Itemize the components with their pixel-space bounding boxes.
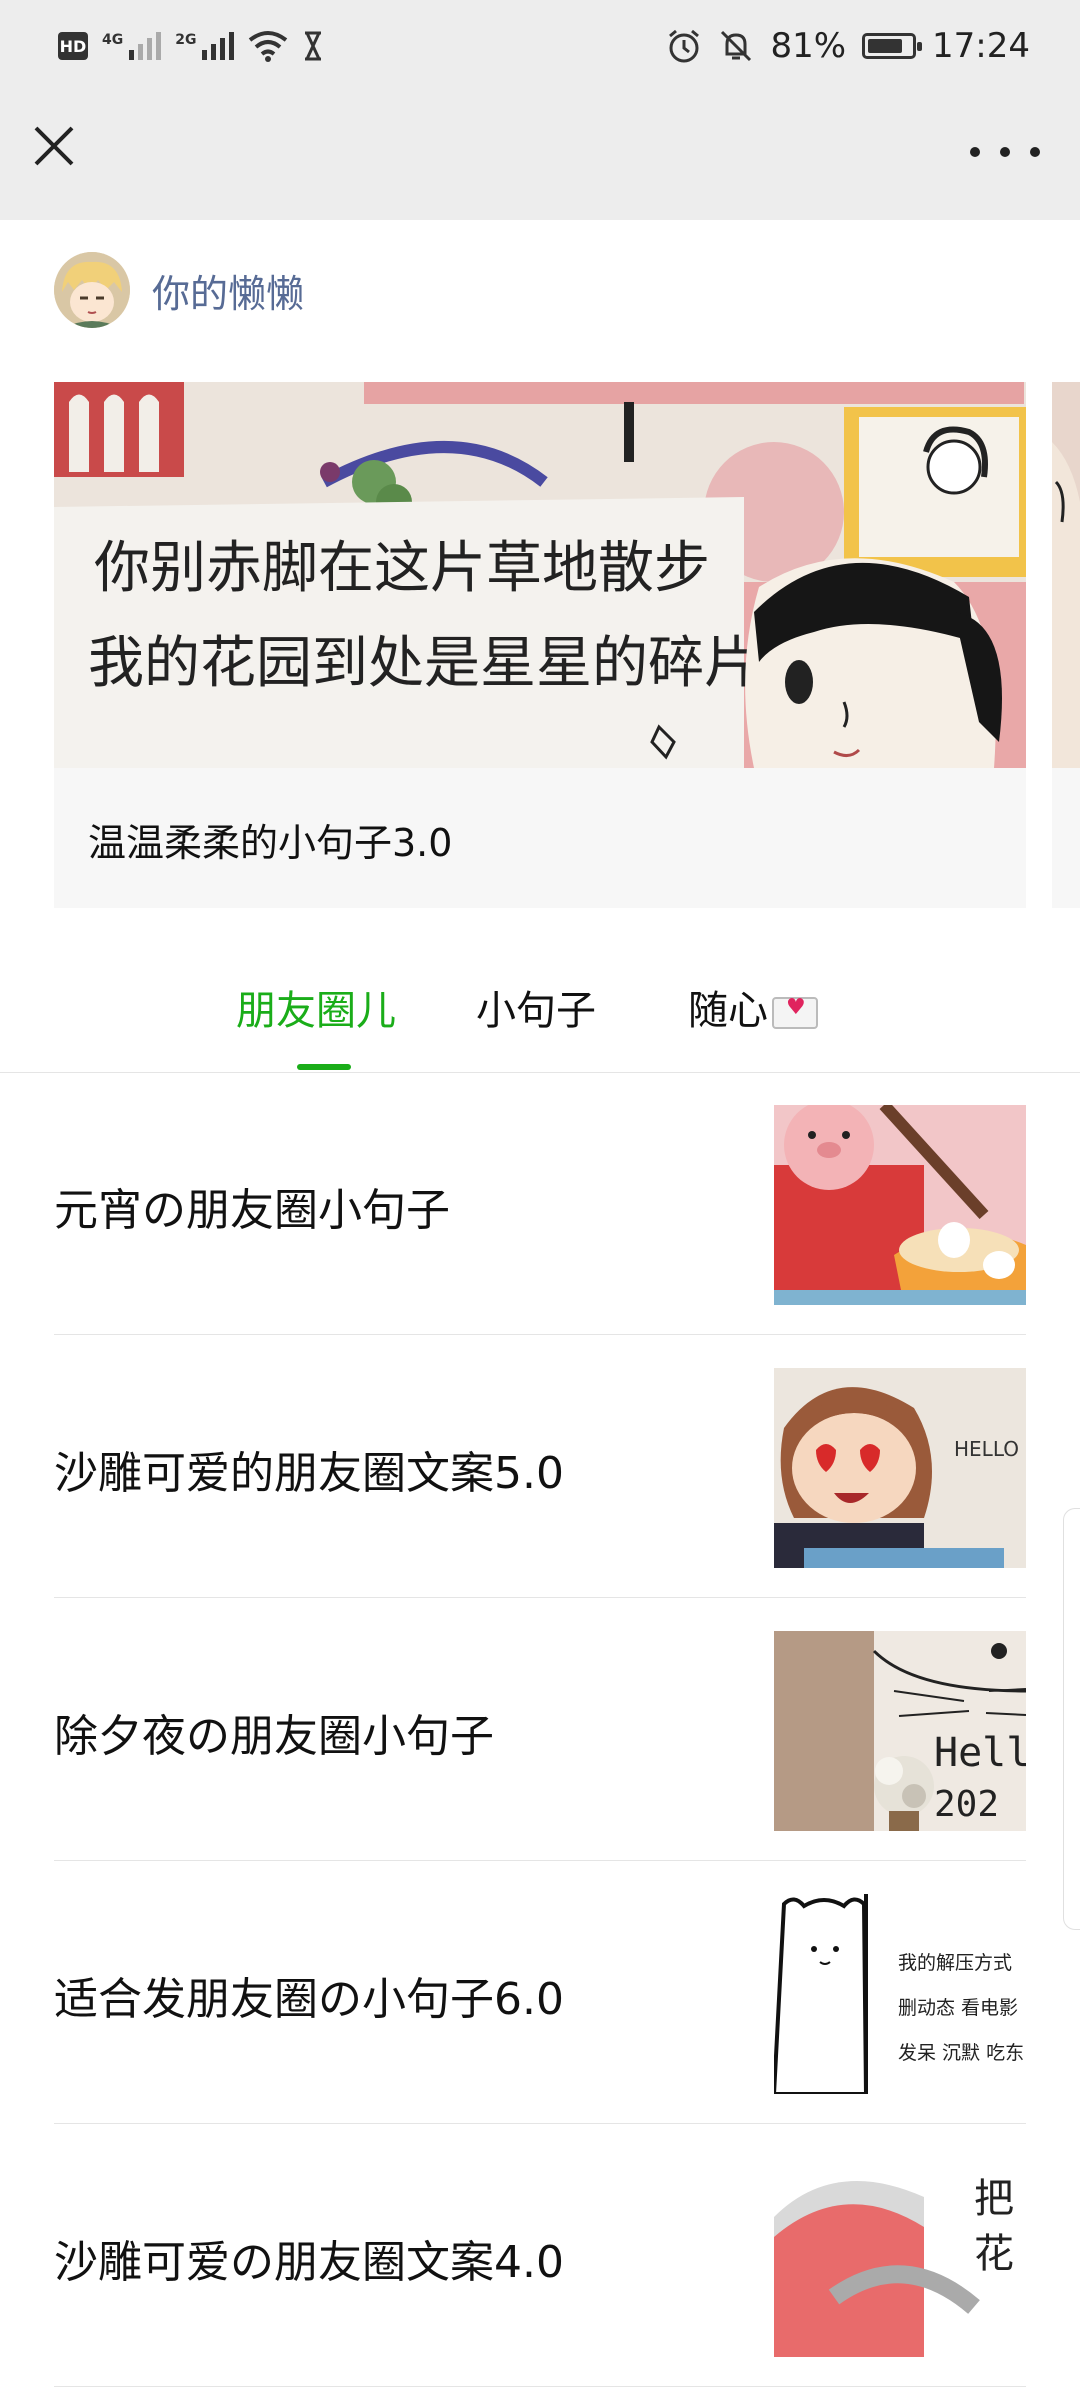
- article-title[interactable]: 沙雕可爱的朋友圈文案5.0: [54, 1437, 564, 1501]
- article-thumbnail[interactable]: 我的解压方式 删动态 看电影 发呆 沉默 吃东: [774, 1894, 1026, 2094]
- author-row[interactable]: 你的懒懒: [54, 252, 304, 328]
- more-options-button[interactable]: [970, 132, 1040, 172]
- author-name[interactable]: 你的懒懒: [152, 263, 304, 318]
- thumbnail-text: HELLO: [954, 1437, 1019, 1461]
- tab-casual-label: 随心: [688, 988, 768, 1034]
- thumbnail-text-3: 发呆 沉默 吃东: [898, 2042, 1024, 2064]
- featured-image-line-1: 你别赤脚在这片草地散步: [94, 536, 710, 601]
- wifi-icon: [249, 31, 288, 62]
- tab-friends-circle[interactable]: 朋友圈儿: [236, 978, 396, 1036]
- status-bar-left: HD 4G 2G: [58, 26, 324, 66]
- article-thumbnail[interactable]: HELLO: [774, 1368, 1026, 1568]
- thumbnail-text: Hell: [934, 1730, 1026, 1776]
- thumbnail-text-2: 202: [934, 1784, 999, 1825]
- thumbnail-text-2: 删动态 看电影: [898, 1997, 1018, 2019]
- love-letter-icon: [772, 995, 818, 1029]
- tab-short-sentences[interactable]: 小句子: [476, 978, 596, 1036]
- close-button[interactable]: [30, 122, 78, 170]
- thumbnail-text-1: 我的解压方式: [898, 1952, 1012, 1974]
- hourglass-icon: [305, 31, 322, 61]
- avatar[interactable]: [54, 252, 130, 328]
- featured-article-title[interactable]: 温温柔柔的小句子3.0: [88, 812, 452, 867]
- hd-badge: HD: [58, 32, 88, 60]
- article-title[interactable]: 沙雕可爱の朋友圈文案4.0: [54, 2226, 564, 2290]
- alarm-icon: [669, 29, 700, 63]
- active-tab-indicator: [297, 1064, 351, 1070]
- article-thumbnail[interactable]: [774, 1105, 1026, 1305]
- more-icon: [970, 147, 980, 157]
- mute-icon: [721, 30, 752, 62]
- status-bar-right: 81% 17:24: [666, 20, 1030, 72]
- featured-image-line-2: 我的花园到处是星星的碎片: [88, 631, 760, 696]
- avatar-image: [54, 252, 130, 328]
- list-item[interactable]: 沙雕可爱的朋友圈文案5.0 HELLO: [54, 1335, 1026, 1598]
- next-card-peek[interactable]: [1052, 382, 1080, 908]
- battery-percent: 81%: [770, 26, 847, 66]
- article-thumbnail[interactable]: Hell 202: [774, 1631, 1026, 1831]
- article-title[interactable]: 适合发朋友圈の小句子6.0: [54, 1963, 564, 2027]
- battery-icon: [862, 33, 923, 59]
- article-title[interactable]: 除夕夜の朋友圈小句子: [54, 1700, 494, 1764]
- thumbnail-text-2: 花: [974, 2231, 1014, 2277]
- tab-casual[interactable]: 随心: [688, 978, 818, 1036]
- clock-time: 17:24: [932, 26, 1030, 66]
- article-title[interactable]: 元宵の朋友圈小句子: [54, 1174, 450, 1238]
- featured-article-card[interactable]: 你别赤脚在这片草地散步 我的花园到处是星星的碎片 温温柔柔的小句子3.0: [54, 382, 1026, 908]
- network-4g-label: 4G: [102, 32, 124, 48]
- list-item[interactable]: 元宵の朋友圈小句子: [54, 1072, 1026, 1335]
- network-2g-label: 2G: [175, 32, 197, 48]
- signal-4g-icon: 4G: [102, 32, 162, 60]
- close-icon: [34, 126, 74, 166]
- nav-bar: [0, 92, 1080, 220]
- edge-swipe-handle[interactable]: [1063, 1508, 1080, 1930]
- status-bar: HD 4G 2G 81% 17:24: [0, 0, 1080, 92]
- category-tabs: 朋友圈儿 小句子 随心: [0, 960, 1080, 1073]
- article-thumbnail[interactable]: 把 花: [774, 2157, 1026, 2357]
- featured-image: 你别赤脚在这片草地散步 我的花园到处是星星的碎片: [54, 382, 1026, 768]
- list-item[interactable]: 除夕夜の朋友圈小句子 Hell 202: [54, 1598, 1026, 1861]
- list-item[interactable]: 沙雕可爱の朋友圈文案4.0 把 花: [54, 2124, 1026, 2387]
- signal-2g-icon: 2G: [175, 32, 235, 60]
- article-list: 元宵の朋友圈小句子 沙雕可爱的朋友圈文案5.0 HELLO 除夕夜の朋友圈小句子…: [54, 1072, 1026, 2387]
- thumbnail-text: 把: [974, 2176, 1014, 2222]
- list-item[interactable]: 适合发朋友圈の小句子6.0 我的解压方式 删动态 看电影 发呆 沉默 吃东: [54, 1861, 1026, 2124]
